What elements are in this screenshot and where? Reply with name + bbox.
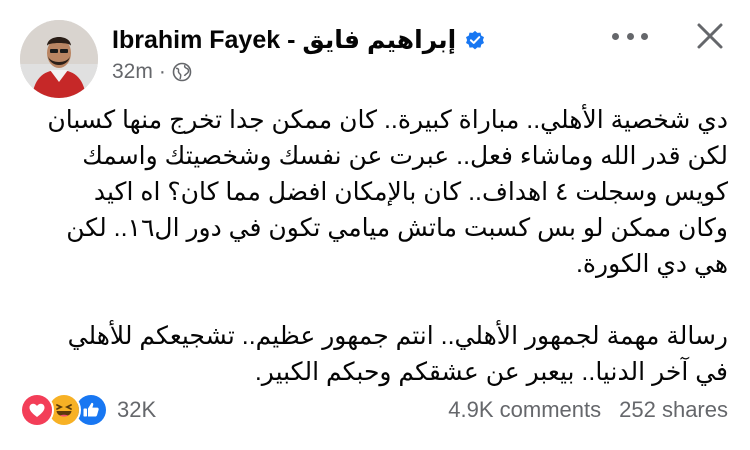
post-meta: 32m · [112, 60, 192, 84]
post-body: دي شخصية الأهلي.. مباراة كبيرة.. كان ممك… [38, 102, 728, 390]
post-paragraph: رسالة مهمة لجمهور الأهلي.. انتم جمهور عظ… [67, 322, 728, 386]
more-dot [626, 32, 634, 40]
verified-badge-icon [464, 29, 486, 51]
more-dot [641, 32, 648, 40]
more-dot [612, 32, 619, 40]
comments-count[interactable]: 4.9K comments [448, 397, 601, 423]
post-paragraph: دي شخصية الأهلي.. مباراة كبيرة.. كان ممك… [47, 106, 728, 278]
author-name[interactable]: Ibrahim Fayek - إبراهيم فايق [112, 25, 456, 55]
close-icon[interactable] [690, 16, 730, 56]
love-icon [20, 393, 54, 427]
globe-icon[interactable] [172, 62, 192, 82]
shares-count[interactable]: 252 shares [619, 397, 728, 423]
reactions-summary[interactable]: 32K [20, 392, 156, 428]
meta-separator: · [158, 60, 166, 83]
more-options-icon[interactable] [612, 26, 648, 46]
author-avatar[interactable] [20, 20, 98, 98]
reaction-count[interactable]: 32K [117, 397, 156, 423]
post-header: Ibrahim Fayek - إبراهيم فايق [112, 20, 486, 60]
avatar-image [20, 20, 98, 98]
post-timestamp[interactable]: 32m [112, 60, 153, 84]
engagement-stats: 4.9K comments 252 shares [448, 392, 728, 428]
